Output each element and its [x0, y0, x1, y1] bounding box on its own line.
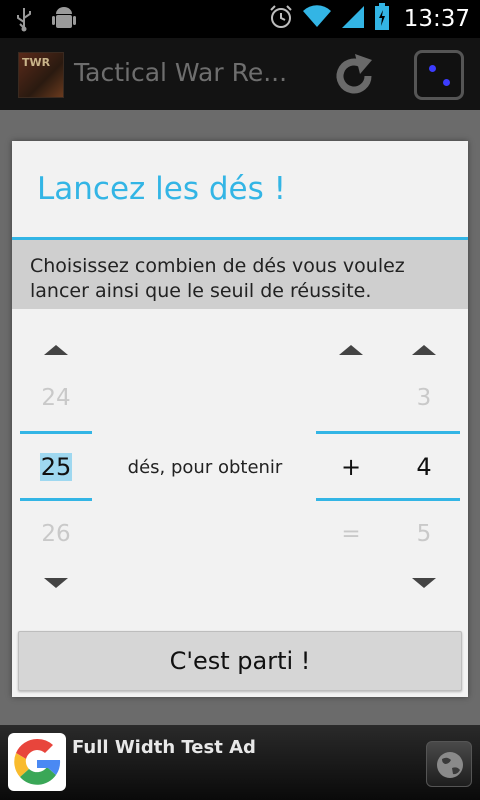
dice-count-prev-value: 24	[41, 385, 71, 411]
threshold-decrement-button[interactable]	[412, 578, 436, 588]
battery-charging-icon	[374, 3, 390, 35]
alarm-icon	[268, 4, 294, 34]
refresh-icon	[328, 54, 380, 106]
roll-button[interactable]: C'est parti !	[18, 631, 462, 691]
dice-count-decrement-button[interactable]	[44, 578, 68, 588]
dice-count-increment-button[interactable]	[44, 345, 68, 355]
dice-count-input[interactable]: 25	[20, 453, 92, 481]
usb-icon	[14, 6, 34, 36]
dice-count-selection-top	[20, 431, 92, 434]
app-title: Tactical War Re...	[74, 58, 288, 87]
sign-input[interactable]: +	[316, 453, 386, 481]
dice-button[interactable]	[414, 50, 464, 100]
dice-count-next-value: 26	[41, 521, 71, 547]
refresh-button[interactable]	[328, 50, 380, 102]
picker-middle-label: dés, pour obtenir	[127, 457, 283, 478]
wifi-icon	[302, 5, 332, 33]
sign-increment-button[interactable]	[339, 345, 363, 355]
threshold-increment-button[interactable]	[412, 345, 436, 355]
ad-text: Full Width Test Ad	[72, 737, 256, 758]
app-icon-label: TWR	[22, 56, 51, 69]
action-bar: TWR Tactical War Re...	[0, 38, 480, 110]
google-logo-icon	[8, 733, 66, 791]
threshold-prev-value: 3	[416, 385, 432, 411]
sign-next-value: =	[341, 521, 361, 547]
globe-icon	[427, 752, 473, 792]
app-icon[interactable]: TWR	[18, 52, 64, 98]
status-time: 13:37	[403, 6, 470, 32]
roll-dice-dialog: Lancez les dés ! Choisissez combien de d…	[12, 141, 468, 697]
status-bar: 13:37	[0, 0, 480, 38]
dice-count-selection-bottom	[20, 498, 92, 501]
signal-icon	[340, 4, 366, 34]
threshold-next-value: 5	[416, 521, 432, 547]
dialog-message: Choisissez combien de dés vous voulez la…	[12, 240, 468, 309]
dice-count-value: 25	[39, 453, 73, 481]
dialog-title: Lancez les dés !	[37, 171, 287, 207]
threshold-selection-top	[316, 431, 460, 434]
threshold-selection-bottom	[316, 498, 460, 501]
threshold-input[interactable]: 4	[388, 453, 460, 481]
ad-banner[interactable]: Full Width Test Ad	[0, 725, 480, 800]
ad-open-button[interactable]	[426, 741, 472, 787]
android-debug-icon	[52, 6, 76, 36]
